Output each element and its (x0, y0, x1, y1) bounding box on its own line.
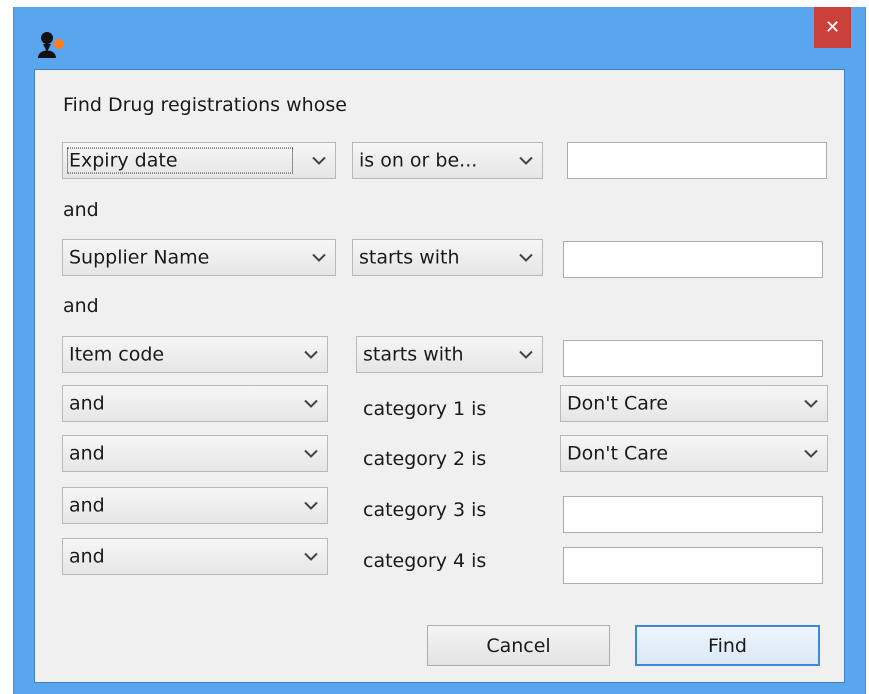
chevron-down-icon (304, 399, 318, 408)
category-4-label: category 4 is (363, 550, 487, 572)
field-select-2[interactable]: Supplier Name (62, 239, 336, 276)
category-4-connector-select[interactable]: and (62, 538, 328, 575)
field-select-3[interactable]: Item code (62, 336, 328, 373)
category-1-label: category 1 is (363, 398, 487, 420)
dialog-heading: Find Drug registrations whose (63, 94, 347, 116)
category-2-value-label: Don't Care (567, 442, 669, 465)
find-button[interactable]: Find (635, 625, 820, 666)
field-select-1[interactable]: Expiry date (62, 142, 336, 179)
category-2-connector-label: and (69, 442, 105, 465)
field-select-1-label: Expiry date (67, 147, 293, 174)
operator-select-2-label: starts with (359, 246, 460, 269)
category-3-input[interactable] (563, 496, 823, 533)
chevron-down-icon (304, 449, 318, 458)
join-label-2: and (63, 295, 99, 317)
operator-select-2[interactable]: starts with (352, 239, 543, 276)
field-select-2-label: Supplier Name (69, 246, 210, 269)
value-input-1[interactable] (567, 142, 827, 179)
chevron-down-icon (304, 552, 318, 561)
close-button[interactable]: ✕ (814, 7, 851, 48)
category-3-connector-select[interactable]: and (62, 487, 328, 524)
chevron-down-icon (519, 156, 533, 165)
category-1-value-label: Don't Care (567, 392, 669, 415)
category-1-connector-select[interactable]: and (62, 385, 328, 422)
category-2-label: category 2 is (363, 448, 487, 470)
chevron-down-icon (519, 350, 533, 359)
operator-select-3[interactable]: starts with (356, 336, 543, 373)
chevron-down-icon (312, 156, 326, 165)
chevron-down-icon (804, 449, 818, 458)
join-label-1: and (63, 199, 99, 221)
category-3-connector-label: and (69, 494, 105, 517)
value-input-3[interactable] (563, 340, 823, 377)
chevron-down-icon (519, 253, 533, 262)
dialog-body: Find Drug registrations whose Expiry dat… (34, 69, 845, 683)
category-3-label: category 3 is (363, 499, 487, 521)
category-2-connector-select[interactable]: and (62, 435, 328, 472)
operator-select-1[interactable]: is on or be... (352, 142, 543, 179)
category-4-connector-label: and (69, 545, 105, 568)
chevron-down-icon (312, 253, 326, 262)
chevron-down-icon (304, 501, 318, 510)
value-input-2[interactable] (563, 241, 823, 278)
dialog-window: ✕ Find Drug registrations whose Expiry d… (13, 7, 866, 694)
app-user-icon (38, 32, 64, 58)
operator-select-3-label: starts with (363, 343, 464, 366)
operator-select-1-label: is on or be... (359, 149, 478, 172)
category-1-value-select[interactable]: Don't Care (560, 385, 828, 422)
chevron-down-icon (304, 350, 318, 359)
category-4-input[interactable] (563, 547, 823, 584)
cancel-button[interactable]: Cancel (427, 625, 610, 666)
category-2-value-select[interactable]: Don't Care (560, 435, 828, 472)
category-1-connector-label: and (69, 392, 105, 415)
chevron-down-icon (804, 399, 818, 408)
close-icon: ✕ (824, 17, 841, 38)
field-select-3-label: Item code (69, 343, 165, 366)
